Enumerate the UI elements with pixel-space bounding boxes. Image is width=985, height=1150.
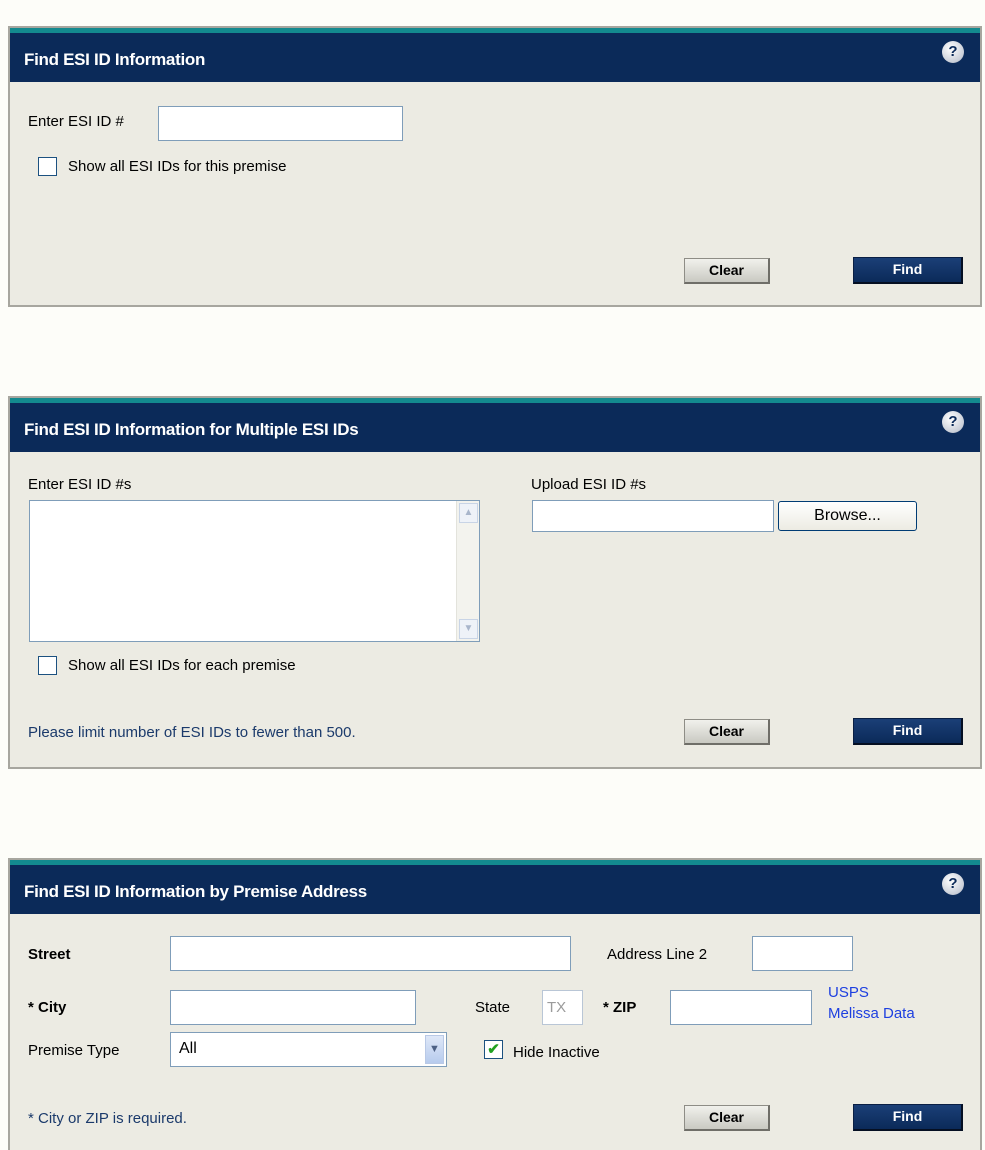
browse-button[interactable]: Browse... [778, 501, 917, 531]
address-line-2-label: Address Line 2 [607, 946, 708, 963]
limit-note: Please limit number of ESI IDs to fewer … [28, 724, 356, 741]
show-all-each-premise-checkbox[interactable] [38, 656, 57, 675]
upload-file-input[interactable] [532, 500, 774, 532]
help-icon[interactable]: ? [942, 873, 964, 895]
usps-link[interactable]: USPS [828, 984, 869, 1001]
chevron-down-icon[interactable]: ▼ [425, 1035, 444, 1064]
hide-inactive-checkbox[interactable]: ✔ [484, 1040, 503, 1059]
enter-esi-ids-label: Enter ESI ID #s [28, 476, 132, 493]
find-button[interactable]: Find [853, 257, 963, 284]
panel-header: Find ESI ID Information by Premise Addre… [10, 860, 980, 914]
city-input[interactable] [170, 990, 416, 1025]
panel-header: Find ESI ID Information ? [10, 28, 980, 82]
esi-ids-textarea[interactable]: ▲ ▼ [29, 500, 480, 642]
textarea-scrollbar[interactable]: ▲ ▼ [456, 501, 479, 641]
melissa-data-link[interactable]: Melissa Data [828, 1005, 915, 1022]
esi-id-panel: Find ESI ID Information ? Enter ESI ID #… [8, 26, 982, 307]
show-all-each-premise-label: Show all ESI IDs for each premise [68, 657, 296, 674]
scroll-down-arrow-icon[interactable]: ▼ [459, 619, 478, 639]
show-all-premise-checkbox[interactable] [38, 157, 57, 176]
clear-button[interactable]: Clear [684, 719, 770, 745]
show-all-premise-label: Show all ESI IDs for this premise [68, 158, 287, 175]
zip-label: * ZIP [603, 999, 637, 1016]
multiple-esi-id-panel: Find ESI ID Information for Multiple ESI… [8, 396, 982, 769]
premise-address-panel: Find ESI ID Information by Premise Addre… [8, 858, 982, 1150]
required-note: * City or ZIP is required. [28, 1110, 187, 1127]
street-label: Street [28, 946, 71, 963]
premise-type-label: Premise Type [28, 1042, 120, 1059]
premise-type-value: All [179, 1040, 197, 1057]
esi-id-input[interactable] [158, 106, 403, 141]
panel-title: Find ESI ID Information by Premise Addre… [24, 882, 367, 901]
premise-type-select[interactable]: All ▼ [170, 1032, 447, 1067]
scroll-up-arrow-icon[interactable]: ▲ [459, 503, 478, 523]
hide-inactive-label: Hide Inactive [513, 1044, 600, 1061]
state-input [542, 990, 583, 1025]
find-button[interactable]: Find [853, 718, 963, 745]
find-button[interactable]: Find [853, 1104, 963, 1131]
zip-input[interactable] [670, 990, 812, 1025]
help-icon[interactable]: ? [942, 41, 964, 63]
esi-id-label: Enter ESI ID # [28, 113, 124, 130]
address-line-2-input[interactable] [752, 936, 853, 971]
panel-title: Find ESI ID Information for Multiple ESI… [24, 420, 359, 439]
state-label: State [475, 999, 511, 1016]
clear-button[interactable]: Clear [684, 258, 770, 284]
street-input[interactable] [170, 936, 571, 971]
panel-header: Find ESI ID Information for Multiple ESI… [10, 398, 980, 452]
panel-title: Find ESI ID Information [24, 50, 206, 69]
city-label: * City [28, 999, 67, 1016]
clear-button[interactable]: Clear [684, 1105, 770, 1131]
help-icon[interactable]: ? [942, 411, 964, 433]
upload-esi-ids-label: Upload ESI ID #s [531, 476, 647, 493]
